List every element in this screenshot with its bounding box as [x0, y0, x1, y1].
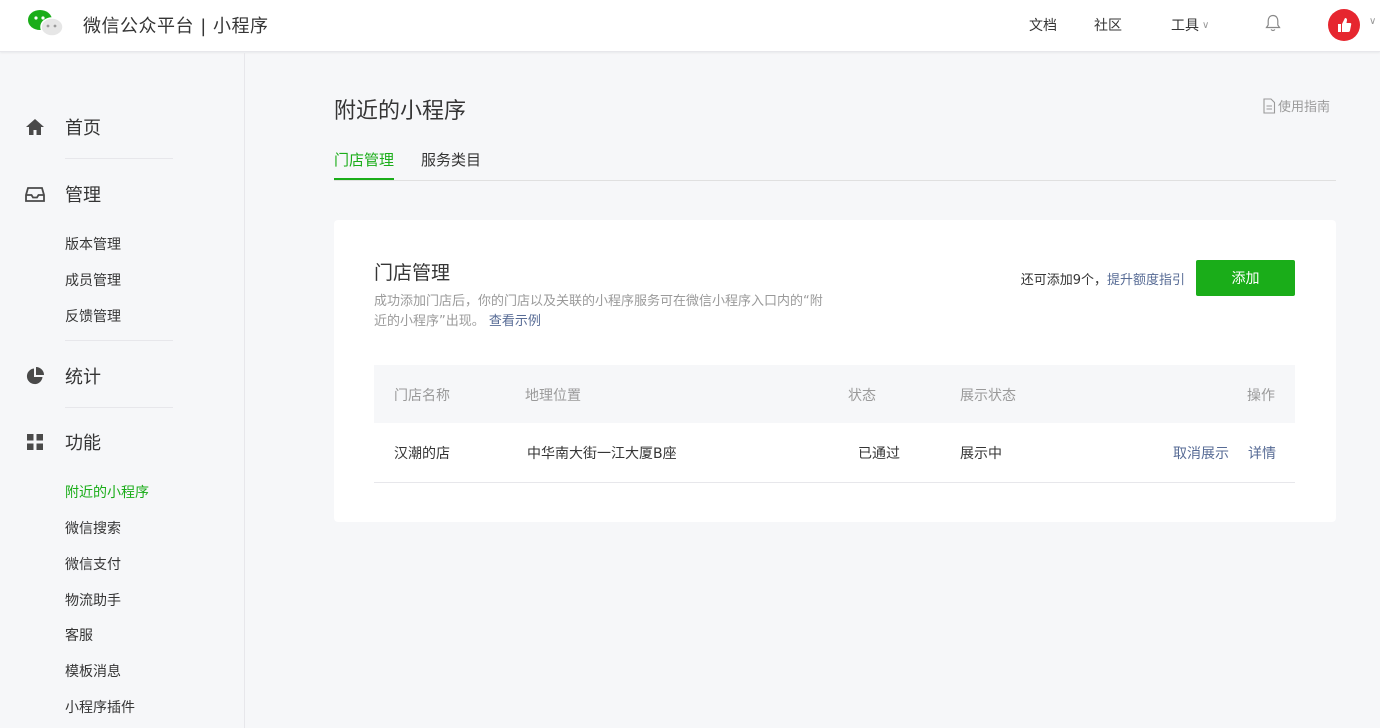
add-store-button[interactable]: 添加 [1196, 260, 1295, 296]
usage-guide-label: 使用指南 [1278, 100, 1331, 115]
sidebar-divider [65, 158, 173, 159]
sidebar-item-stats[interactable]: 统计 [25, 363, 101, 389]
sidebar-group-label: 管理 [65, 185, 101, 206]
sidebar-item-feedback[interactable]: 反馈管理 [65, 306, 121, 326]
top-bar: 微信公众平台 | 小程序 文档 社区 工具 ∨ ∨ [0, 0, 1380, 52]
table-row: 汉潮的店 中华南大街一江大厦B座 已通过 展示中 取消展示 详情 [374, 423, 1295, 483]
sidebar-item-version[interactable]: 版本管理 [65, 234, 121, 254]
nav-tools[interactable]: 工具 ∨ [1171, 15, 1209, 35]
store-table: 门店名称 地理位置 状态 展示状态 操作 汉潮的店 中华南大街一江大厦B座 已通… [374, 365, 1295, 483]
table-header: 门店名称 地理位置 状态 展示状态 操作 [374, 365, 1295, 423]
sidebar-item-template[interactable]: 模板消息 [65, 661, 121, 681]
tab-store-management[interactable]: 门店管理 [334, 149, 395, 180]
brand-title[interactable]: 微信公众平台 | 小程序 [83, 12, 269, 38]
page-title: 附近的小程序 [334, 99, 467, 124]
sidebar-item-members[interactable]: 成员管理 [65, 270, 121, 290]
nav-community[interactable]: 社区 [1094, 15, 1122, 35]
view-example-link[interactable]: 查看示例 [489, 314, 541, 329]
nav-docs[interactable]: 文档 [1029, 15, 1057, 35]
pie-chart-icon [25, 366, 45, 386]
card-description: 成功添加门店后，你的门店以及关联的小程序服务可在微信小程序入口内的“附近的小程序… [374, 292, 834, 332]
usage-guide-link[interactable]: 使用指南 [1262, 96, 1330, 115]
sidebar-group-label: 功能 [65, 433, 101, 454]
sidebar-item-pay[interactable]: 微信支付 [65, 554, 121, 574]
upgrade-quota-link[interactable]: 提升额度指引 [1107, 273, 1185, 288]
col-header-status: 状态 [848, 388, 876, 404]
sidebar-divider [65, 340, 173, 341]
sidebar-item-manage[interactable]: 管理 [25, 181, 101, 207]
nav-tools-label: 工具 [1171, 18, 1199, 34]
tab-service-category[interactable]: 服务类目 [421, 149, 481, 179]
col-header-location: 地理位置 [525, 388, 581, 404]
inbox-icon [25, 184, 45, 204]
col-header-actions: 操作 [1247, 388, 1275, 404]
sidebar-item-logistics[interactable]: 物流助手 [65, 590, 121, 610]
grid-icon [25, 432, 45, 452]
wechat-logo-icon[interactable] [27, 9, 65, 37]
col-header-display-status: 展示状态 [960, 388, 1016, 404]
col-header-name: 门店名称 [394, 388, 450, 404]
cancel-display-link[interactable]: 取消展示 [1173, 443, 1229, 463]
sidebar-item-service[interactable]: 客服 [65, 625, 93, 645]
account-chevron-icon[interactable]: ∨ [1369, 16, 1376, 27]
quota-info: 还可添加9个，提升额度指引 [1021, 269, 1185, 288]
sidebar-item-plugins[interactable]: 小程序插件 [65, 697, 135, 717]
sidebar-group-label: 首页 [65, 118, 101, 139]
thumbs-up-icon [1338, 18, 1352, 32]
sidebar-divider [65, 407, 173, 408]
sidebar-item-features[interactable]: 功能 [25, 429, 101, 455]
cell-display-status: 展示中 [960, 446, 1002, 462]
details-link[interactable]: 详情 [1248, 443, 1276, 463]
sidebar-item-search[interactable]: 微信搜索 [65, 518, 121, 538]
sidebar-item-nearby[interactable]: 附近的小程序 [65, 482, 149, 502]
quota-text: 还可添加9个， [1020, 273, 1107, 288]
chevron-down-icon: ∨ [1202, 20, 1210, 31]
card-description-text: 成功添加门店后，你的门店以及关联的小程序服务可在微信小程序入口内的“附近的小程序… [374, 294, 823, 329]
document-icon [1263, 97, 1276, 114]
sidebar-group-label: 统计 [65, 367, 101, 388]
sidebar: 首页 管理 版本管理 成员管理 反馈管理 统计 功能 附近的小程序 微信搜索 微… [0, 53, 245, 728]
home-icon [25, 117, 45, 137]
store-management-card: 门店管理 成功添加门店后，你的门店以及关联的小程序服务可在微信小程序入口内的“附… [334, 220, 1336, 522]
cell-status: 已通过 [858, 446, 900, 462]
cell-location: 中华南大街一江大厦B座 [527, 446, 677, 462]
avatar[interactable] [1328, 9, 1360, 41]
card-title: 门店管理 [374, 262, 451, 284]
bell-icon[interactable] [1265, 14, 1281, 32]
cell-store-name: 汉潮的店 [394, 446, 450, 462]
sidebar-item-home[interactable]: 首页 [25, 114, 101, 140]
tab-bar: 门店管理 服务类目 [334, 140, 1336, 181]
